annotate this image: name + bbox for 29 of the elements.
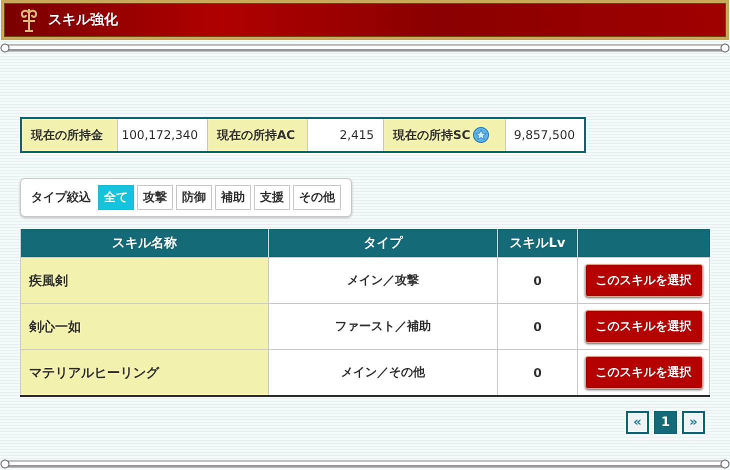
filter-tab[interactable]: 攻撃 (137, 185, 173, 210)
fleur-icon (18, 7, 40, 33)
currency-label: 現在の所持AC (208, 119, 308, 151)
filter-tab[interactable]: 補助 (215, 185, 251, 210)
filter-tab[interactable]: 支援 (254, 185, 290, 210)
prev-page-button[interactable]: « (626, 411, 649, 434)
gem-icon (473, 127, 490, 143)
page-button[interactable]: 1 (654, 411, 677, 434)
skill-name-cell: 剣心一如 (20, 304, 268, 350)
currency-label: 現在の所持金 (22, 119, 118, 151)
select-skill-button[interactable]: このスキルを選択 (584, 310, 702, 343)
column-header: タイプ (268, 229, 498, 258)
skill-level-cell: 0 (498, 258, 578, 304)
currency-value: 9,857,500 (512, 127, 576, 144)
skill-name-cell: 疾風剣 (20, 258, 268, 304)
skill-level-cell: 0 (498, 304, 578, 350)
filter-tab[interactable]: 防御 (176, 185, 212, 210)
skill-name-cell: マテリアルヒーリング (20, 350, 268, 396)
column-header: スキルLv (498, 229, 578, 258)
next-page-button[interactable]: » (682, 411, 705, 434)
skill-type-cell: ファースト／補助 (268, 304, 498, 350)
column-header: スキル名称 (20, 229, 268, 258)
skill-type-cell: メイン／攻撃 (268, 258, 498, 304)
filter-label: タイプ絞込 (31, 189, 91, 206)
select-skill-button[interactable]: このスキルを選択 (584, 264, 702, 297)
select-skill-button[interactable]: このスキルを選択 (584, 356, 702, 389)
filter-tab[interactable]: その他 (293, 185, 341, 210)
window-title: スキル強化 (48, 11, 118, 29)
currency-label: 現在の所持SC (393, 126, 470, 144)
